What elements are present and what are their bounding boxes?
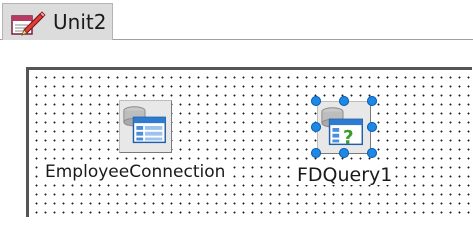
tab-label: Unit2 bbox=[53, 10, 107, 34]
database-query-icon[interactable]: ? bbox=[317, 101, 371, 154]
form-designer-window: Unit2 EmployeeConnection ? FDQuery1 bbox=[0, 0, 473, 217]
svg-text:?: ? bbox=[343, 127, 354, 148]
tab-unit2[interactable]: Unit2 bbox=[2, 3, 113, 40]
unit-file-edit-icon bbox=[11, 11, 46, 36]
tab-strip: Unit2 bbox=[0, 0, 473, 40]
designer-area: EmployeeConnection ? FDQuery1 bbox=[0, 41, 473, 217]
database-connection-icon[interactable] bbox=[119, 100, 172, 153]
form-surface[interactable] bbox=[26, 67, 472, 217]
